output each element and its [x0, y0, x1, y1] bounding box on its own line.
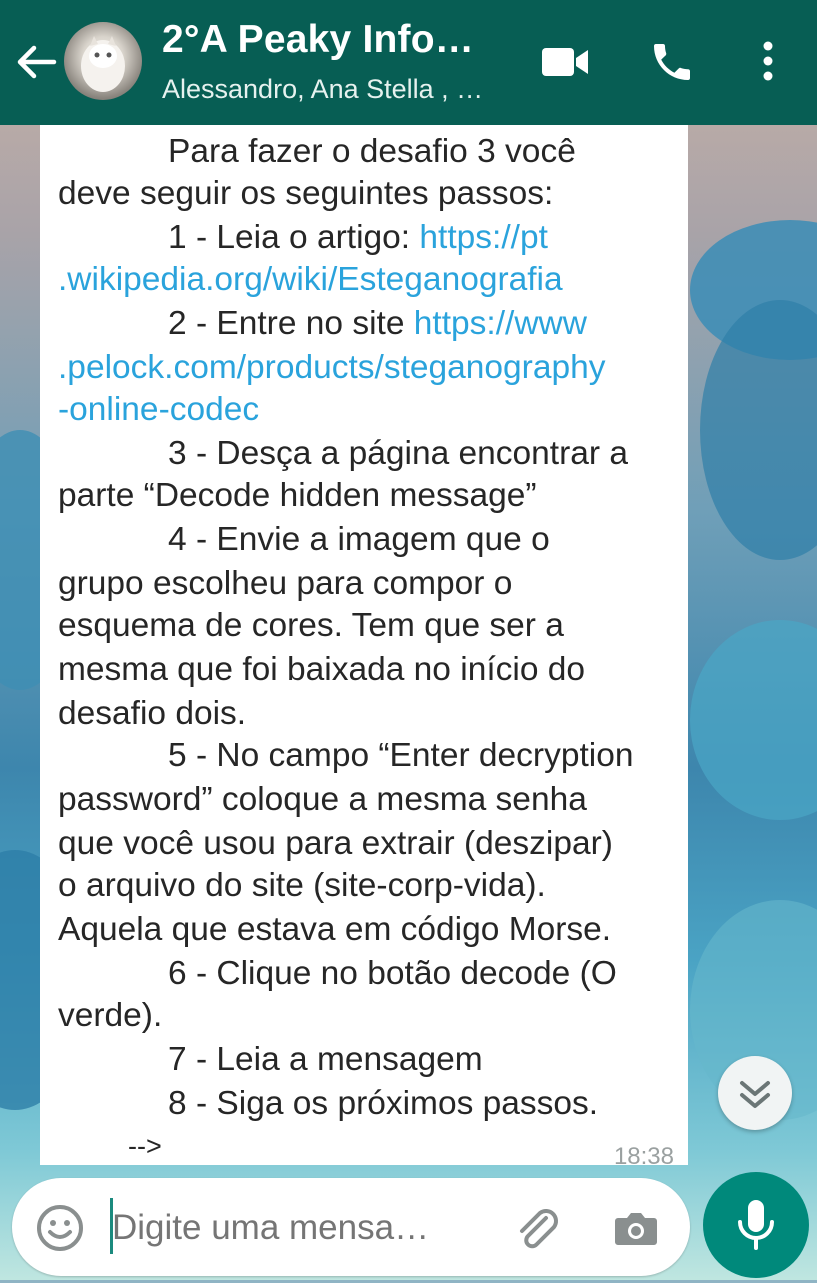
message-line: Para fazer o desafio 3 você [168, 133, 576, 171]
message-text-span: Aquela que estava em código Morse. [58, 911, 612, 948]
message-line: grupo escolheu para compor o [58, 565, 512, 603]
message-line: -online-codec [58, 391, 259, 429]
group-avatar[interactable] [64, 22, 142, 100]
message-line: .pelock.com/products/steganography [58, 349, 605, 387]
message-text-span: 4 - Envie a imagem que o [168, 521, 550, 558]
message-text-span: verde). [58, 997, 163, 1034]
message-line: 1 - Leia o artigo: https://pt [168, 219, 548, 257]
attach-icon [520, 1209, 558, 1249]
back-arrow-icon [17, 45, 57, 79]
message-line: verde). [58, 997, 162, 1035]
message-line: mesma que foi baixada no início do [58, 651, 585, 689]
scroll-to-bottom-button[interactable] [718, 1056, 792, 1130]
cat-avatar-image [81, 36, 125, 92]
message-line: 8 - Siga os próximos passos. [168, 1085, 598, 1123]
voice-call-icon [654, 44, 690, 80]
message-text-span: password” coloque a mesma senha [58, 781, 587, 818]
message-link[interactable]: -online-codec [58, 391, 259, 428]
message-line: 3 - Desça a página encontrar a [168, 435, 628, 473]
video-call-button[interactable] [540, 38, 592, 86]
message-text-span: grupo escolheu para compor o [58, 565, 513, 602]
chat-title[interactable]: 2°A Peaky Info… [162, 18, 474, 62]
camera-icon [615, 1213, 657, 1245]
message-line: 5 - No campo “Enter decryption [168, 737, 633, 775]
message-line: password” coloque a mesma senha [58, 781, 587, 819]
message-text-span: o arquivo do site (site-corp-vida). [58, 867, 546, 904]
message-text-span: desafio dois. [58, 695, 247, 732]
message-text-span: parte “Decode hidden message” [58, 477, 537, 514]
message-line: 6 - Clique no botão decode (O [168, 955, 617, 993]
message-line: 4 - Envie a imagem que o [168, 521, 550, 559]
message-line: 2 - Entre no site https://www [168, 305, 587, 343]
message-text-span: deve seguir os seguintes passos: [58, 175, 554, 212]
chat-participants[interactable]: Alessandro, Ana Stella , … [162, 74, 483, 105]
message-text-span: 8 - Siga os próximos passos. [168, 1085, 599, 1122]
message-text-span: 1 - Leia o artigo: [168, 219, 420, 256]
message-arrow: --> [128, 1131, 162, 1161]
more-options-button[interactable] [744, 38, 792, 86]
message-text-span: 2 - Entre no site [168, 305, 414, 342]
message-text-span: esquema de cores. Tem que ser a [58, 607, 564, 644]
message-line: o arquivo do site (site-corp-vida). [58, 867, 546, 905]
message-composer [12, 1178, 690, 1276]
emoji-button[interactable] [34, 1202, 86, 1254]
message-text-span: 6 - Clique no botão decode (O [168, 955, 617, 992]
video-call-icon [542, 48, 588, 76]
message-link[interactable]: https://pt [419, 219, 548, 256]
message-input[interactable] [112, 1200, 482, 1256]
double-chevron-down-icon [740, 1081, 770, 1108]
message-timestamp: 18:38 [613, 1143, 674, 1170]
mic-icon [738, 1200, 774, 1250]
message-line: que você usou para extrair (deszipar) [58, 825, 613, 863]
message-text-span: mesma que foi baixada no início do [58, 651, 586, 688]
back-button[interactable] [14, 40, 58, 84]
message-line: desafio dois. [58, 695, 246, 733]
message-link[interactable]: .wikipedia.org/wiki/Esteganografia [58, 261, 563, 298]
message-link[interactable]: https://www [414, 305, 587, 342]
camera-button[interactable] [610, 1202, 662, 1254]
message-text-span: Para fazer o desafio 3 você [168, 133, 576, 170]
message-line: deve seguir os seguintes passos: [58, 175, 553, 213]
message-link[interactable]: .pelock.com/products/steganography [58, 349, 605, 386]
message-line: parte “Decode hidden message” [58, 477, 537, 515]
more-options-icon [763, 41, 773, 81]
message-line: 7 - Leia a mensagem [168, 1041, 483, 1079]
attach-button[interactable] [510, 1202, 562, 1254]
chat-header: 2°A Peaky Info… Alessandro, Ana Stella ,… [0, 0, 817, 125]
message-line: .wikipedia.org/wiki/Esteganografia [58, 261, 563, 299]
voice-message-button[interactable] [703, 1172, 809, 1278]
voice-call-button[interactable] [648, 38, 700, 86]
message-bubble[interactable]: Para fazer o desafio 3 você deve seguir o… [40, 125, 688, 1170]
emoji-icon [37, 1205, 83, 1251]
message-text-span: 3 - Desça a página encontrar a [168, 435, 628, 472]
message-text-span: que você usou para extrair (deszipar) [58, 825, 613, 862]
message-line: Aquela que estava em código Morse. [58, 911, 611, 949]
message-line: esquema de cores. Tem que ser a [58, 607, 564, 645]
message-text-span: 5 - No campo “Enter decryption [168, 737, 634, 774]
message-text-span: 7 - Leia a mensagem [168, 1041, 483, 1078]
